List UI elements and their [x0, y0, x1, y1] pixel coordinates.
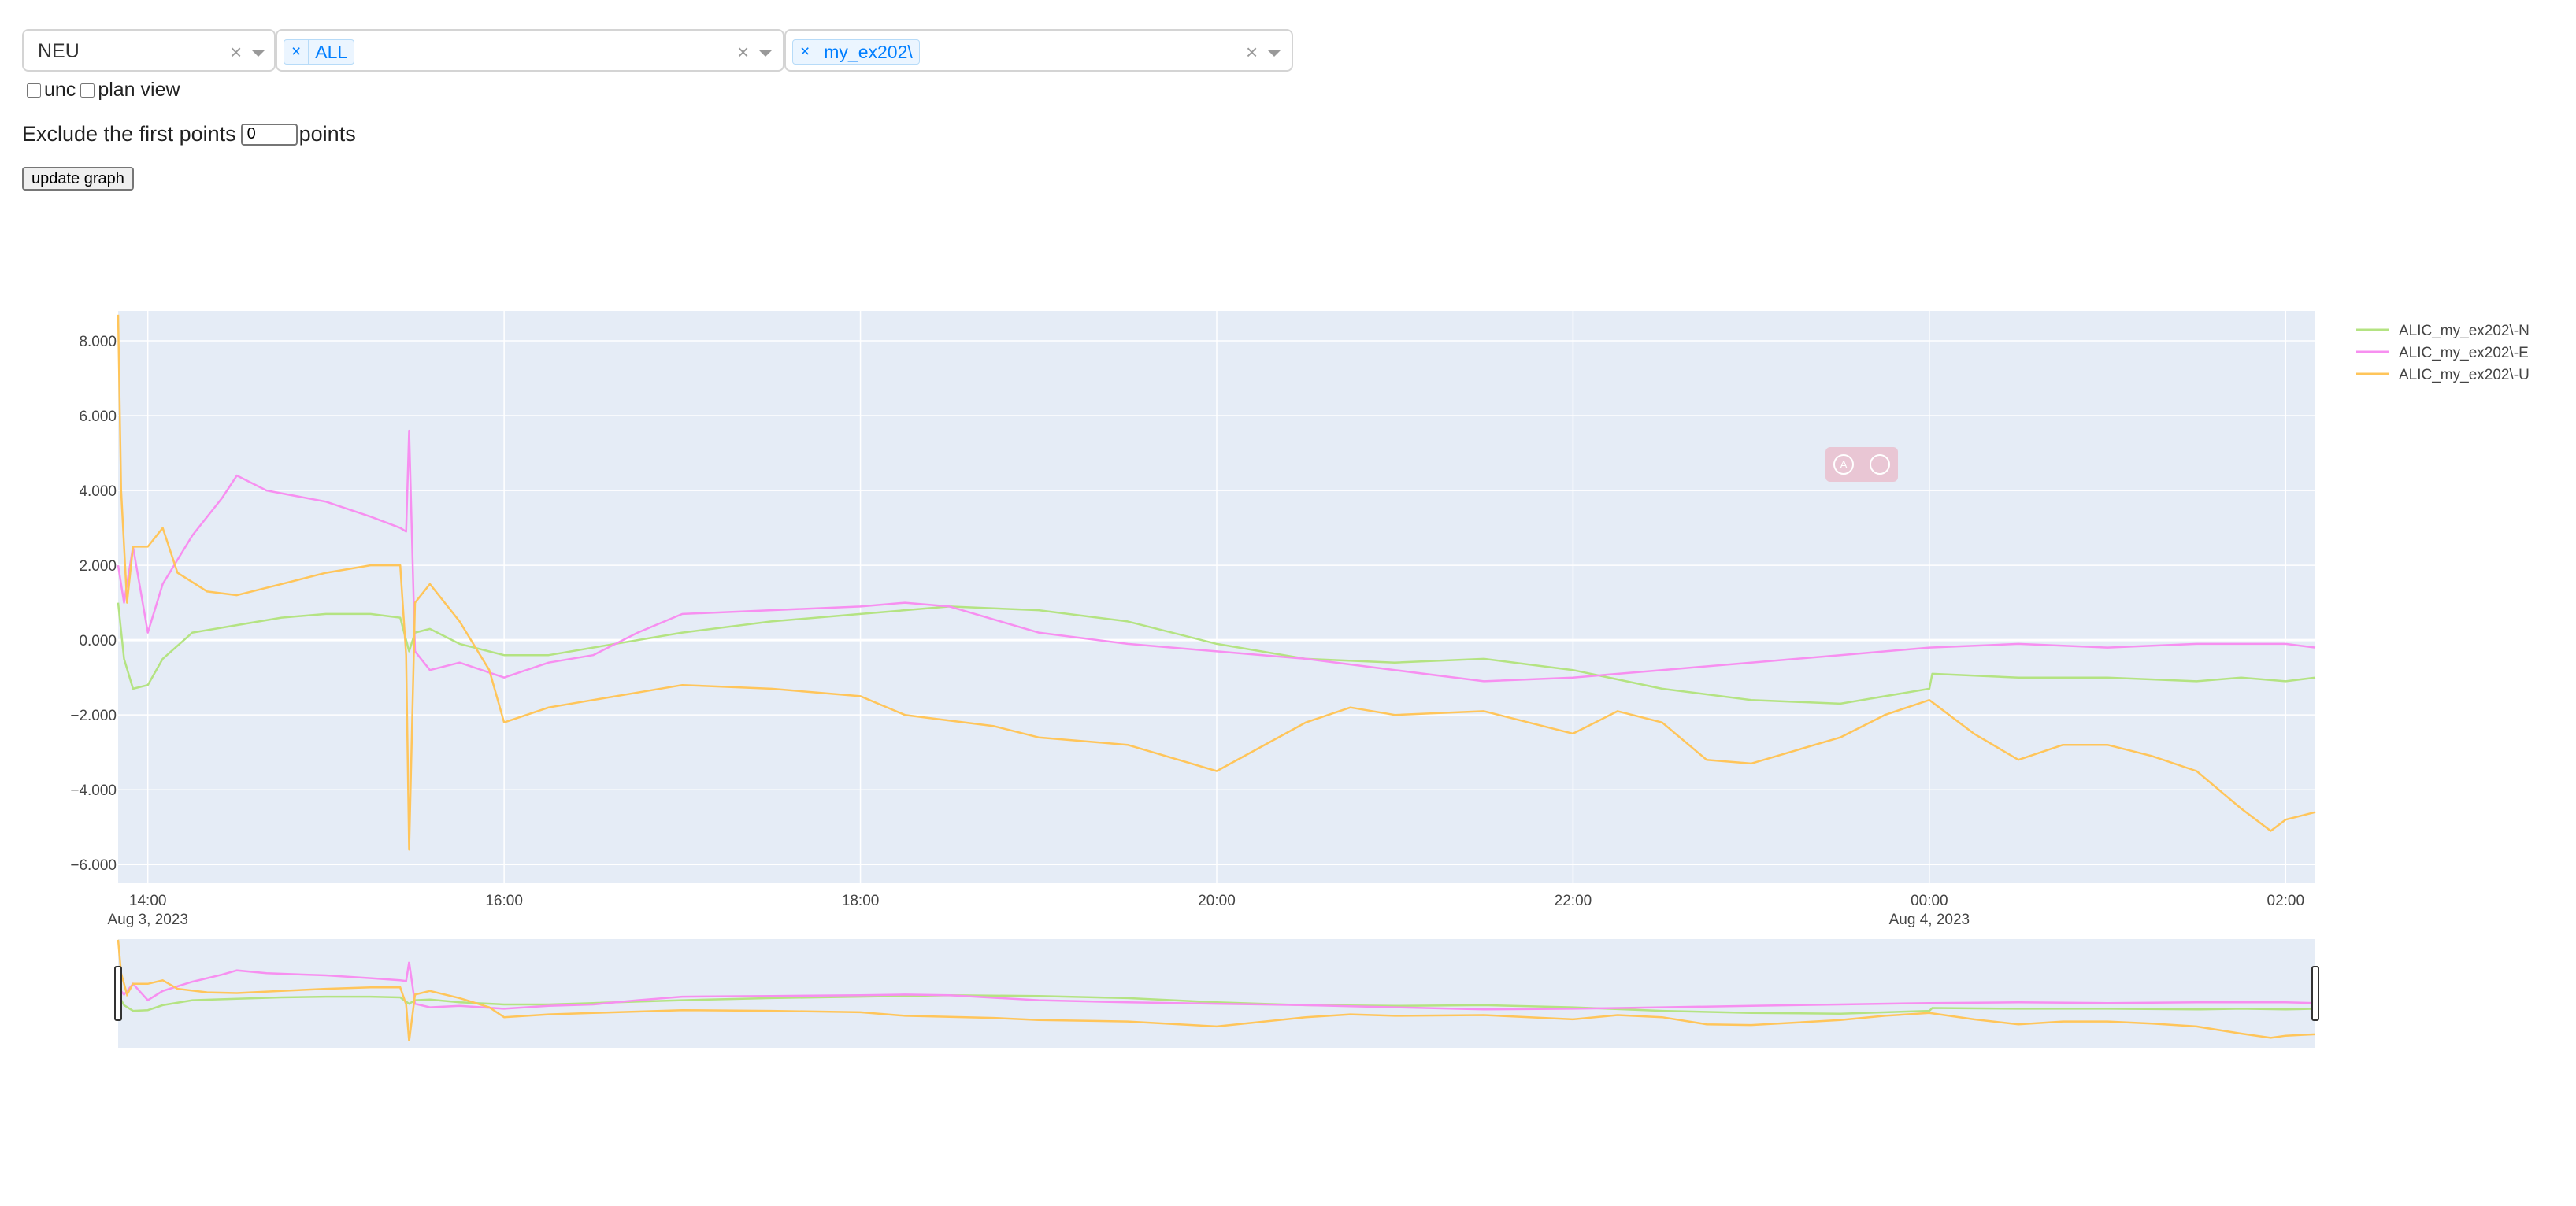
x-tick-date-label: Aug 3, 2023 — [107, 912, 187, 928]
rangeslider-background[interactable] — [118, 939, 2315, 1048]
rangeslider-lines — [117, 939, 2316, 1042]
y-axis: 8.000 6.000 4.000 2.000 0.000 −2.000 −4.000 −6.… — [70, 334, 117, 874]
y-tick-label: −6.000 — [70, 857, 117, 874]
y-tick-label: 6.000 — [79, 409, 117, 425]
chart-modebar: A — [1825, 447, 1898, 482]
series-lines — [117, 314, 2316, 851]
project-tag: × my_ex202\ — [792, 39, 920, 65]
clear-icon[interactable]: × — [737, 40, 749, 65]
x-tick-label: 22:00 — [1555, 893, 1592, 909]
y-tick-label: −4.000 — [70, 782, 117, 799]
x-tick-label: 18:00 — [842, 893, 880, 909]
component-dropdown[interactable]: NEU × — [22, 29, 276, 72]
y-tick-label: −2.000 — [70, 708, 117, 724]
grid — [118, 311, 2315, 883]
chevron-down-icon[interactable] — [1268, 50, 1281, 57]
y-tick-label: 8.000 — [79, 334, 117, 350]
series-line — [117, 314, 2316, 851]
update-graph-button[interactable]: update graph — [22, 167, 134, 191]
series-line — [117, 429, 2316, 683]
legend-label[interactable]: ALIC_my_ex202\-U — [2399, 367, 2530, 383]
exclude-prefix: Exclude the first points — [22, 122, 236, 146]
chevron-down-icon[interactable] — [252, 50, 265, 57]
x-tick-date-label: Aug 4, 2023 — [1889, 912, 1970, 928]
series-line — [117, 602, 2316, 705]
options-row: unc plan view — [27, 79, 185, 102]
x-tick-label: 00:00 — [1911, 893, 1948, 909]
autoscale-icon[interactable]: A — [1833, 454, 1854, 475]
site-tag-label: ALL — [315, 41, 348, 62]
x-tick-label: 02:00 — [2267, 893, 2305, 909]
component-dropdown-value: NEU — [38, 40, 80, 62]
unc-checkbox[interactable] — [27, 83, 41, 98]
chevron-down-icon[interactable] — [759, 50, 772, 57]
legend-label[interactable]: ALIC_my_ex202\-E — [2399, 345, 2529, 361]
legend-label[interactable]: ALIC_my_ex202\-N — [2399, 323, 2530, 339]
remove-tag-icon[interactable]: × — [793, 40, 818, 64]
time-series-chart: 8.000 6.000 4.000 2.000 0.000 −2.000 −4.000 −6.… — [70, 311, 2530, 1048]
y-tick-label: 4.000 — [79, 483, 117, 500]
rangeslider-right-handle[interactable] — [2311, 966, 2319, 1021]
y-tick-label: 2.000 — [79, 558, 117, 575]
x-tick-label: 14:00 — [129, 893, 167, 909]
rangeslider-series-line — [117, 993, 2316, 1015]
project-tag-label: my_ex202\ — [824, 41, 913, 62]
project-dropdown[interactable]: × my_ex202\ × — [784, 29, 1293, 72]
plot-background — [118, 311, 2315, 883]
x-axis: 14:00 Aug 3, 2023 16:00 18:00 20:00 22:00 00:0… — [107, 893, 2304, 928]
rangeslider-series-line — [117, 939, 2316, 1042]
plan-view-label: plan view — [98, 79, 180, 101]
exclude-suffix: points — [298, 122, 356, 146]
plan-view-checkbox[interactable] — [80, 83, 95, 98]
rangeslider-series-line — [117, 961, 2316, 1011]
x-tick-label: 20:00 — [1198, 893, 1236, 909]
site-tag: × ALL — [284, 39, 355, 65]
unc-label: unc — [44, 79, 76, 101]
clear-icon[interactable]: × — [230, 40, 242, 65]
exclude-points-input[interactable] — [240, 123, 298, 146]
y-tick-label: 0.000 — [79, 633, 117, 649]
clear-icon[interactable]: × — [1246, 40, 1258, 65]
remove-tag-icon[interactable]: × — [284, 40, 309, 64]
exclude-row: Exclude the first points points — [22, 122, 356, 146]
legend: ALIC_my_ex202\-N ALIC_my_ex202\-E ALIC_my_… — [2356, 323, 2530, 383]
site-dropdown[interactable]: × ALL × — [276, 29, 784, 72]
rangeslider-left-handle[interactable] — [114, 966, 122, 1021]
x-tick-label: 16:00 — [485, 893, 523, 909]
zoom-icon[interactable] — [1870, 454, 1890, 475]
